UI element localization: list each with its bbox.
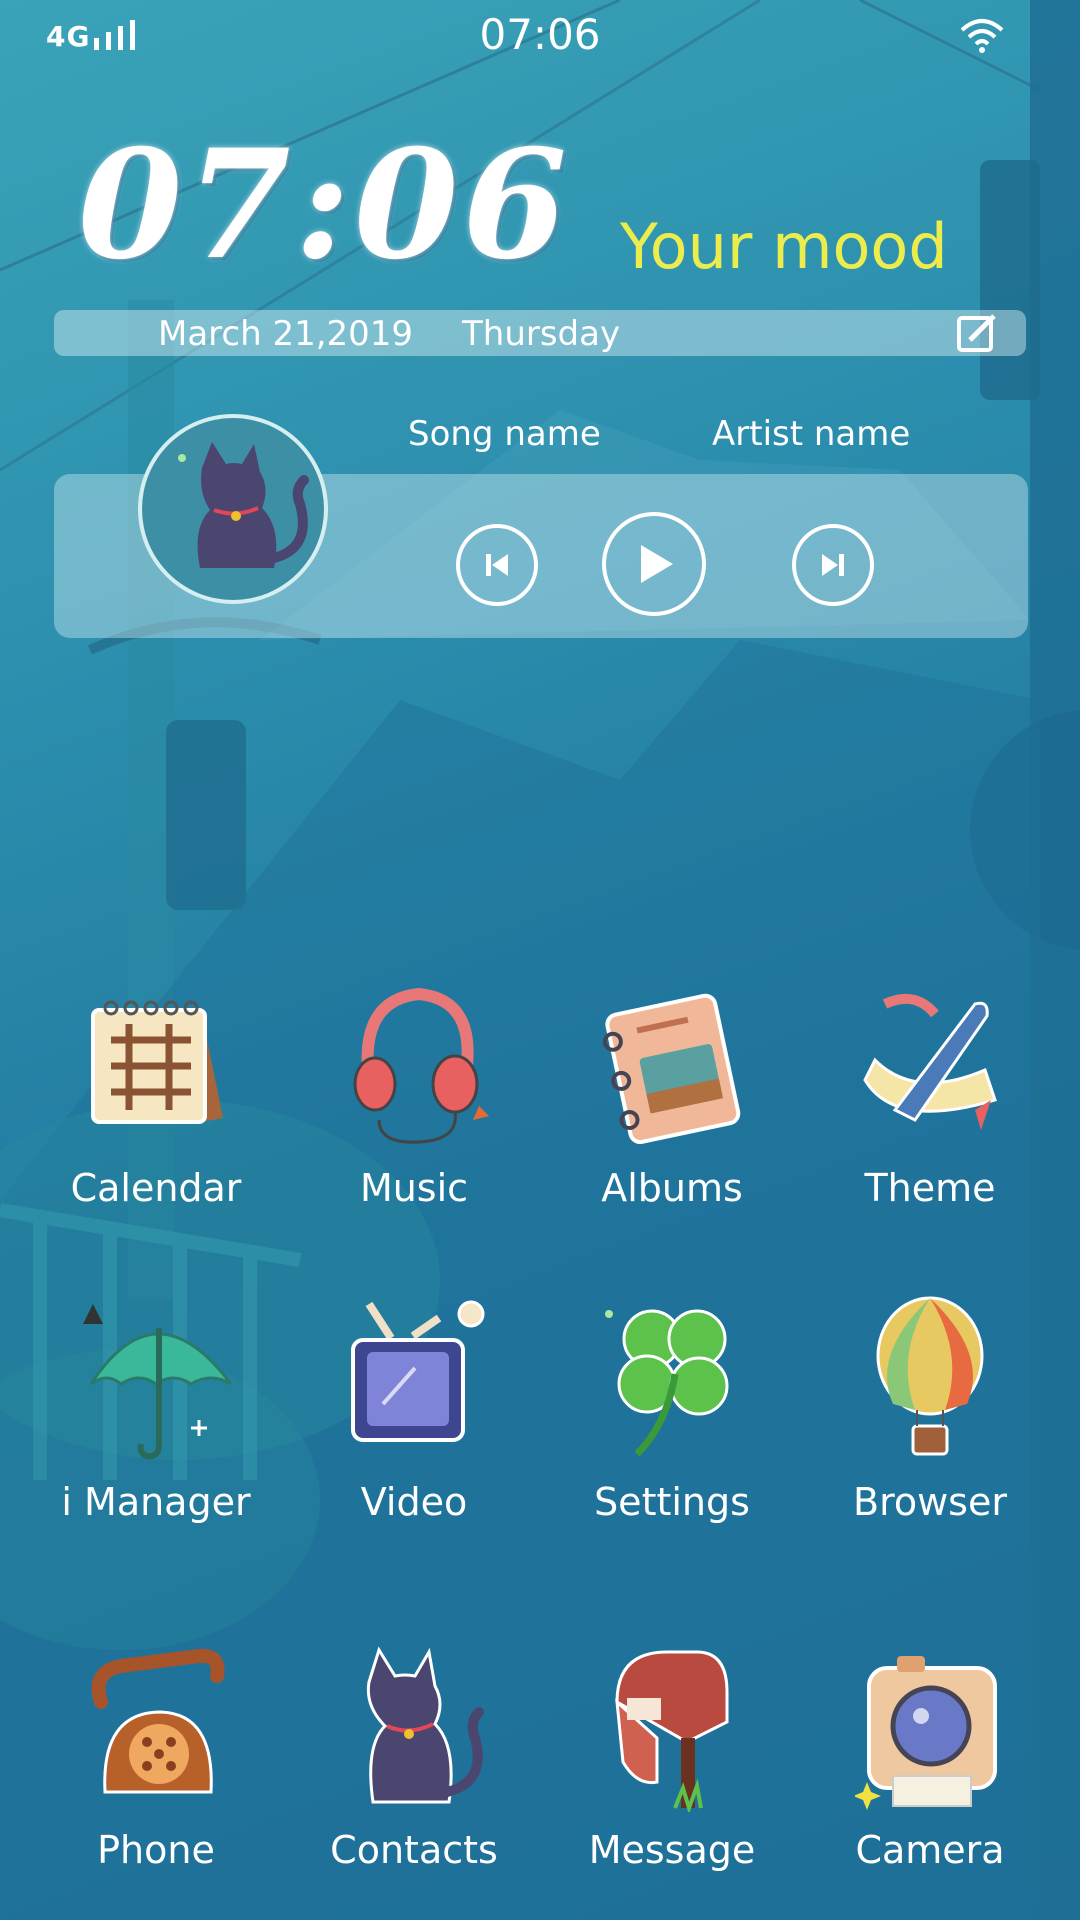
calendar-icon [91, 1000, 223, 1124]
skip-next-icon [822, 554, 844, 576]
app-browser[interactable]: Browser [810, 1294, 1040, 1554]
app-label: Contacts [330, 1828, 498, 1872]
tv-icon [351, 1300, 485, 1442]
app-label: Camera [855, 1828, 1005, 1872]
app-phone[interactable]: Phone [36, 1642, 266, 1902]
app-label: Music [359, 1166, 469, 1210]
app-label: Message [588, 1828, 756, 1872]
day-text: Thursday [462, 314, 621, 354]
cat-icon [366, 1646, 484, 1804]
app-label: Albums [601, 1166, 743, 1210]
big-clock[interactable]: 07:06 [78, 130, 571, 280]
app-label: Theme [864, 1166, 996, 1210]
wifi-icon [960, 19, 1004, 53]
song-name: Song name [408, 414, 601, 454]
skip-previous-icon [486, 554, 508, 576]
next-track-button[interactable] [792, 524, 874, 606]
artist-name: Artist name [712, 414, 911, 454]
app-label: i Manager [61, 1480, 251, 1524]
app-music[interactable]: Music [294, 980, 524, 1240]
cat-icon [178, 442, 309, 568]
app-label: Browser [853, 1480, 1007, 1524]
date-text: March 21,2019 [158, 314, 414, 354]
album-art[interactable] [138, 414, 328, 604]
app-message[interactable]: Message [552, 1642, 782, 1902]
album-book-icon [602, 993, 741, 1145]
play-icon [641, 545, 673, 583]
app-albums[interactable]: Albums [552, 980, 782, 1240]
app-camera[interactable]: Camera [810, 1642, 1040, 1902]
app-label: Calendar [70, 1166, 242, 1210]
status-time: 07:06 [479, 10, 601, 59]
umbrella-icon [83, 1304, 231, 1460]
camera-icon [855, 1656, 997, 1810]
paintbrush-icon [863, 993, 997, 1130]
rotary-phone-icon [91, 1648, 225, 1794]
clover-icon [605, 1309, 729, 1457]
mailbox-icon [615, 1650, 729, 1812]
edit-icon[interactable] [956, 312, 998, 354]
app-label: Settings [594, 1480, 750, 1524]
mood-label[interactable]: Your mood [620, 210, 948, 283]
app-i-manager[interactable]: i Manager [36, 1294, 266, 1554]
app-calendar[interactable]: Calendar [36, 980, 266, 1240]
app-contacts[interactable]: Contacts [294, 1642, 524, 1902]
status-bar: 4G 07:06 [0, 0, 1080, 72]
app-label: Video [360, 1480, 468, 1524]
headphones-icon [353, 987, 489, 1144]
play-button[interactable] [602, 512, 706, 616]
hot-air-balloon-icon [876, 1296, 984, 1456]
app-theme[interactable]: Theme [810, 980, 1040, 1240]
app-label: Phone [97, 1828, 215, 1872]
app-video[interactable]: Video [294, 1294, 524, 1554]
app-settings[interactable]: Settings [552, 1294, 782, 1554]
previous-track-button[interactable] [456, 524, 538, 606]
